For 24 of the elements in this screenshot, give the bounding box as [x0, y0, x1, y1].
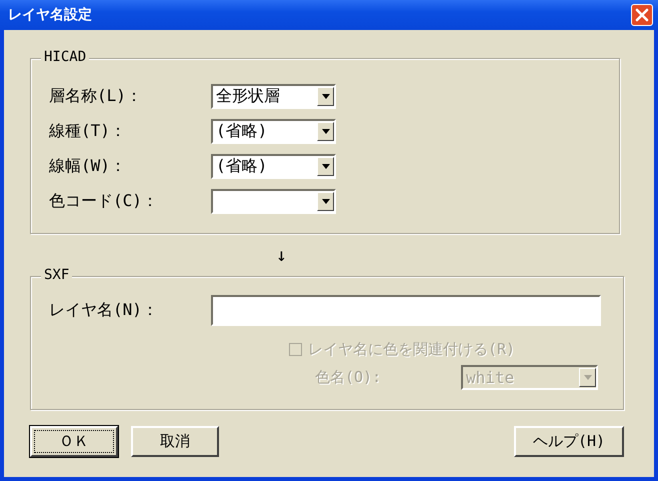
- field-label: 線種(T)：: [49, 121, 127, 142]
- window-title: レイヤ名設定: [8, 6, 92, 24]
- dropdown[interactable]: (省略): [211, 119, 336, 144]
- dropdown-arrow-icon: [584, 375, 592, 380]
- down-arrow: ↓: [276, 244, 287, 266]
- field-label: 線幅(W)：: [49, 156, 127, 177]
- dropdown[interactable]: 全形状層: [211, 84, 336, 109]
- field-label: 層名称(L)：: [49, 86, 143, 107]
- field-label: 色名(O):: [315, 368, 382, 387]
- dropdown-arrow-icon: [322, 94, 330, 99]
- layer-name-field[interactable]: [211, 295, 601, 326]
- dialog-button[interactable]: ＯＫ: [30, 426, 118, 457]
- close-button[interactable]: [631, 4, 653, 26]
- dialog-button[interactable]: 取消: [131, 426, 219, 457]
- dropdown[interactable]: (省略): [211, 154, 336, 179]
- dropdown-arrow-icon: [322, 129, 330, 134]
- dropdown[interactable]: [211, 189, 336, 214]
- field-label: レイヤ名(N)：: [49, 300, 159, 321]
- close-icon: [635, 8, 649, 22]
- dropdown-arrow-icon: [322, 199, 330, 204]
- dialog-button[interactable]: ヘルプ(H): [514, 426, 624, 457]
- dropdown-arrow-icon: [322, 164, 330, 169]
- field-label: 色コード(C)：: [49, 191, 159, 212]
- checkbox-label: レイヤ名に色を関連付ける(R): [308, 340, 516, 359]
